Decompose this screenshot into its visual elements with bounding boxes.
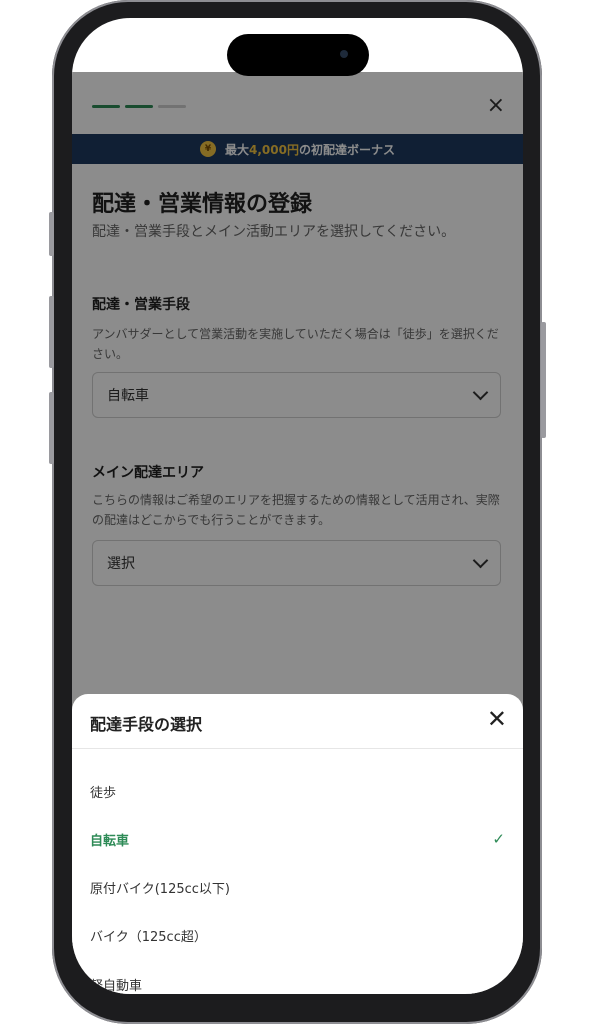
volume-up-button [49, 296, 54, 368]
option-label: 原付バイク(125cc以下) [90, 881, 230, 897]
option-label: 自転車 [90, 833, 130, 849]
option-kei-car[interactable]: 軽自動車 [90, 972, 505, 994]
volume-down-button [49, 392, 54, 464]
check-icon: ✓ [492, 830, 505, 848]
sheet-title: 配達手段の選択 [90, 715, 203, 734]
option-label: バイク（125cc超） [90, 929, 207, 945]
action-button [49, 212, 54, 256]
option-label: 徒歩 [90, 785, 117, 801]
close-icon[interactable]: ✕ [487, 706, 507, 732]
method-bottom-sheet: 配達手段の選択 ✕ 徒歩 自転車 ✓ 原付バイク(125cc以下) バイク（12… [72, 694, 523, 994]
dynamic-island [227, 34, 369, 76]
option-moped[interactable]: 原付バイク(125cc以下) [90, 875, 505, 899]
phone-screen: × ¥ 最大 4,000円 の初配達ボーナス 配達・営業情報の登録 配達・営業手… [72, 18, 523, 994]
option-motorcycle[interactable]: バイク（125cc超） [90, 923, 505, 947]
option-label: 軽自動車 [90, 978, 143, 994]
power-button [541, 322, 546, 438]
option-bicycle[interactable]: 自転車 ✓ [90, 827, 505, 851]
sheet-header: 配達手段の選択 ✕ [72, 694, 523, 749]
option-walk[interactable]: 徒歩 [90, 779, 505, 803]
camera-dot [340, 50, 348, 58]
